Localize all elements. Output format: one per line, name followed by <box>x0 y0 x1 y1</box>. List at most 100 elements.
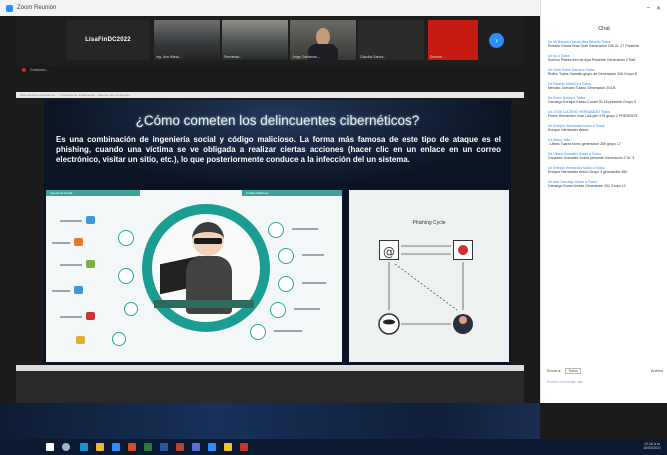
message-text: Mendez Jormaiin Tuiano Generación 204-B <box>548 86 616 91</box>
participant-tile-video[interactable]: Jorge Cardenas... <box>290 20 356 60</box>
teams-icon[interactable] <box>192 443 200 451</box>
message-text: Rosario Garcia Brav Grail Generación 206… <box>548 44 640 49</box>
participant-strip: LisaFinDC2022 Ing. Ana Maria... Fernanda… <box>16 16 524 66</box>
chat-input[interactable]: Escriba un mensaje aquí... <box>547 380 586 384</box>
icon-caption <box>52 242 70 244</box>
cloud-icon <box>86 260 95 268</box>
recipient-select[interactable]: Todos <box>565 368 581 374</box>
participant-caption: Jorge Cardenas... <box>292 55 320 59</box>
app-icon[interactable] <box>224 443 232 451</box>
chat-message-list[interactable]: De Mi Rosario Garcia Mtra Briseño Todos R… <box>541 40 667 189</box>
windows-taskbar: 10:16 a.m. 18/03/2021 <box>0 439 667 455</box>
slide-body-text: Es una combinación de ingeniería social … <box>56 135 501 164</box>
search-icon[interactable] <box>62 443 70 451</box>
participant-tile-video[interactable]: Fernanda... <box>222 20 288 60</box>
participant-name: LisaFinDC2022 <box>85 37 131 43</box>
message-text: Enrique Hernández Arturo <box>548 128 589 133</box>
attacker-icon <box>458 245 468 255</box>
server-icon <box>270 302 286 318</box>
icon-caption <box>292 228 318 230</box>
lock-icon <box>124 302 138 316</box>
participant-tile-video[interactable]: Zulema... <box>428 20 478 60</box>
icon-caption <box>302 254 324 256</box>
minimize-icon[interactable]: – <box>647 5 650 11</box>
chat-title: Chat <box>598 26 610 32</box>
bird-icon <box>278 248 294 264</box>
next-participants-button[interactable]: › <box>489 33 504 48</box>
close-icon[interactable]: ✕ <box>656 5 661 12</box>
zoom-app-icon <box>6 4 13 12</box>
email-icon <box>268 222 284 238</box>
desk <box>154 300 254 308</box>
icon-caption <box>274 330 302 332</box>
participant-caption: Ing. Ana Maria... <box>156 55 182 59</box>
participant-tile-video[interactable]: Claudia Garcia... <box>358 20 424 60</box>
app-icon[interactable] <box>240 443 248 451</box>
system-tray-clock[interactable]: 10:16 a.m. 18/03/2021 <box>643 442 661 451</box>
meeting-area-bg <box>16 371 524 403</box>
warning-icon <box>112 332 126 346</box>
chat-message: De Arturo Tello - Ulises Tuarez tuimo gen… <box>548 138 663 147</box>
chat-message: De Erwin Dubbs a Todos Camargo Enrique Ke… <box>548 96 663 105</box>
band-label: Código Malicioso <box>242 190 342 196</box>
desktop-background <box>0 403 540 439</box>
phishing-cycle-diagram: Phishing Cycle @ <box>349 190 509 362</box>
office-icon[interactable] <box>128 443 136 451</box>
participant-caption: Claudia Garcia... <box>360 55 387 59</box>
message-text: Camargo Enrique Keeso Curael 25-18 prese… <box>548 100 636 105</box>
word-icon[interactable] <box>160 443 168 451</box>
folder-icon[interactable] <box>96 443 104 451</box>
user-icon <box>118 230 134 246</box>
chat-message: De JOSE LUCERIO HERNANDEZ Todos Flores He… <box>548 110 663 119</box>
chat-icon <box>118 268 134 284</box>
clock-date: 18/03/2021 <box>643 446 661 451</box>
chat-message: De Ulises Gonzalez Grado a Todos Gonzalez… <box>548 152 663 161</box>
participant-caption: Zulema... <box>430 55 445 59</box>
phone-icon <box>278 276 294 292</box>
message-text: Flores Hernandez Jose Luis gen 278 grupo… <box>548 114 638 119</box>
chat-message: De Ana Camargo Duran a Todos Camargo Dura… <box>548 180 663 189</box>
message-text: - Ulises Tuarez tuimo generación 269 gru… <box>548 142 621 147</box>
folder-icon <box>76 336 85 344</box>
participant-tile-name-only[interactable]: LisaFinDC2022 <box>66 20 150 60</box>
window-titlebar: Zoom Reunión <box>0 0 540 16</box>
chat-message: De yo a Todos Sumino Pilares tren de Ayla… <box>548 54 663 63</box>
icon-caption <box>52 290 70 292</box>
zoom-active-icon[interactable] <box>208 443 216 451</box>
mail-icon <box>74 286 83 294</box>
file-button[interactable]: Archivo <box>651 369 663 373</box>
band-label: Ingeniería Social <box>46 190 140 196</box>
record-icon <box>22 68 26 73</box>
zoom-icon[interactable] <box>112 443 120 451</box>
hacker-illustration: Ingeniería Social Código Malicioso <box>46 190 342 362</box>
screen-share-bar[interactable]: Está viendo la pantalla de ... · Opcione… <box>16 92 524 98</box>
chat-recipient-row: Enviar a: Todos Archivo <box>547 368 663 374</box>
window-title: Zoom Reunión <box>17 5 57 11</box>
icon-caption <box>60 316 82 318</box>
shared-slide: ¿Cómo cometen los delincuentes cibernéti… <box>44 100 511 365</box>
message-text: Enrique Hernández Arturo Grupo 4 generac… <box>548 170 628 175</box>
chat-message: De Enrique Hernández todos a Todos Enriqu… <box>548 166 663 175</box>
edge-icon[interactable] <box>80 443 88 451</box>
chat-message: De Mi Rosario Garcia Mtra Briseño Todos R… <box>548 40 663 49</box>
globe-icon <box>86 216 95 224</box>
powerpoint-icon[interactable] <box>176 443 184 451</box>
participant-caption: Fernanda... <box>224 55 242 59</box>
recording-text: Grabando... <box>29 68 49 72</box>
send-to-label: Enviar a: <box>547 369 562 373</box>
excel-icon[interactable] <box>144 443 152 451</box>
chat-message: De Keila Todos Garcia a Todos Rufino Todo… <box>548 68 663 77</box>
message-text: Rufino Todos Gamallo grupo de Generación… <box>548 72 637 77</box>
shield-icon <box>74 238 83 246</box>
bug-icon <box>86 312 95 320</box>
chevron-right-icon: › <box>495 36 498 45</box>
chat-window-controls: – ✕ <box>541 0 667 16</box>
chat-panel: – ✕ Chat De Mi Rosario Garcia Mtra Brise… <box>540 0 667 403</box>
icon-caption <box>294 308 320 310</box>
message-text: Camargo Duran Arreda Generación 202 Grup… <box>548 184 626 189</box>
participant-tile-video[interactable]: Ing. Ana Maria... <box>154 20 220 60</box>
icon-caption <box>60 220 82 222</box>
windows-start-icon[interactable] <box>46 443 54 451</box>
sunglasses-icon <box>194 238 222 244</box>
icon-caption <box>60 264 82 266</box>
